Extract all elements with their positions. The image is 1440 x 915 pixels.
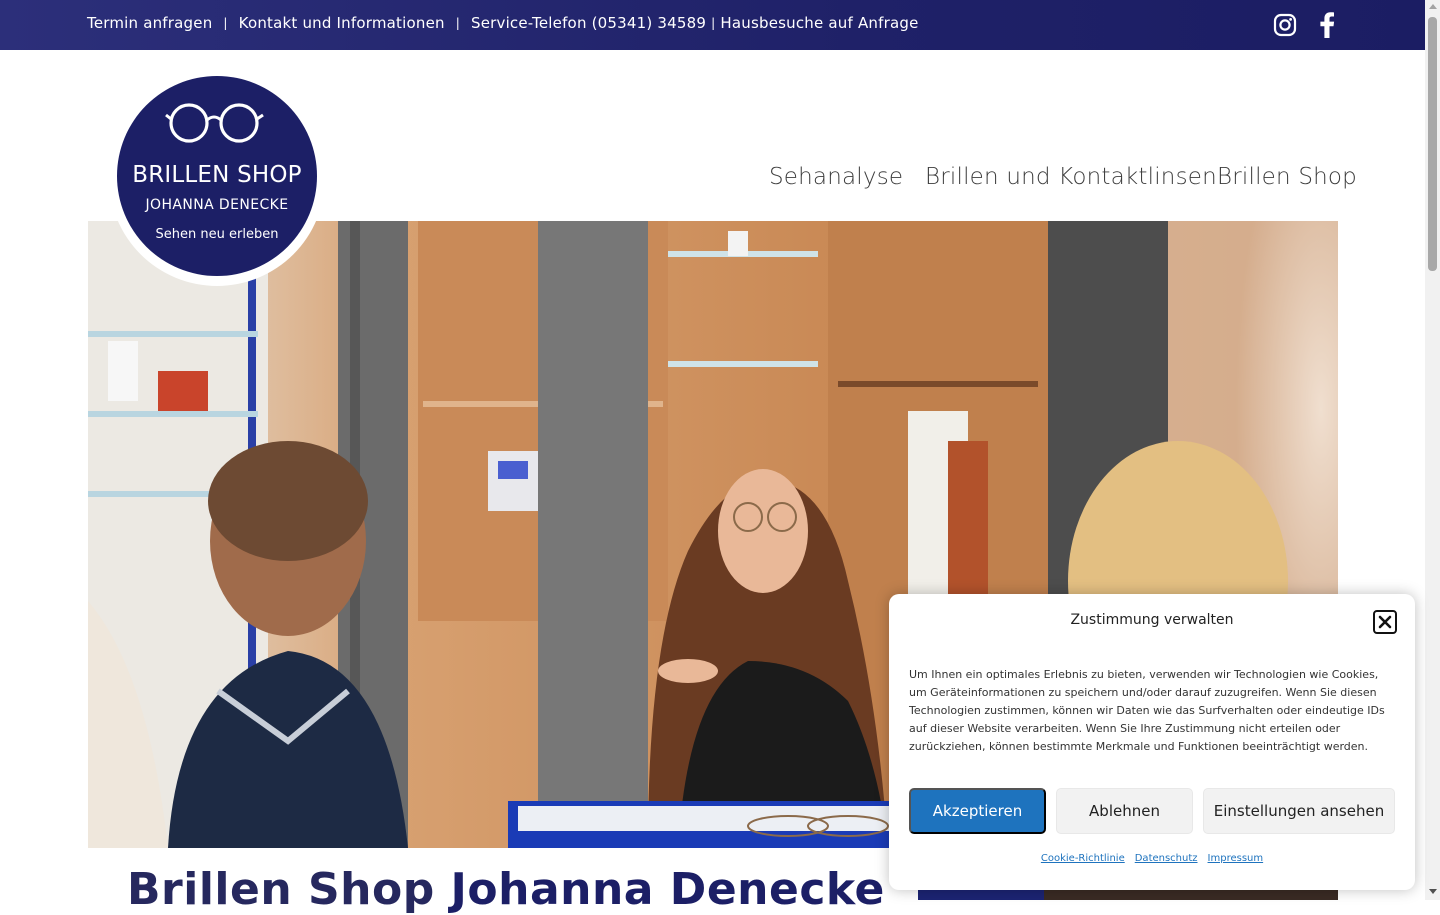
kontakt-link[interactable]: Kontakt und Informationen <box>239 14 445 32</box>
imprint-link[interactable]: Impressum <box>1208 853 1264 864</box>
page-scrollbar[interactable] <box>1425 0 1440 900</box>
headline-bold: Johanna Denecke <box>450 864 885 915</box>
site-logo[interactable]: BRILLEN SHOP JOHANNA DENECKE Sehen neu e… <box>109 70 325 286</box>
instagram-icon[interactable] <box>1272 11 1298 39</box>
privacy-link[interactable]: Datenschutz <box>1135 853 1198 864</box>
cookie-dialog-title: Zustimmung verwalten <box>1070 612 1234 628</box>
service-phone-link[interactable]: Service-Telefon (05341) 34589 <box>471 14 706 32</box>
separator: | <box>223 16 228 30</box>
separator: | <box>711 16 716 30</box>
top-bar-links: Termin anfragen | Kontakt und Informatio… <box>87 14 919 32</box>
cookie-policy-link[interactable]: Cookie-Richtlinie <box>1041 853 1125 864</box>
headline-prefix: Brillen Shop <box>127 864 451 915</box>
logo-tagline: Sehen neu erleben <box>155 227 279 242</box>
scroll-down-arrow-icon[interactable] <box>1429 889 1437 894</box>
home-visits-text: Hausbesuche auf Anfrage <box>720 14 919 32</box>
scroll-thumb[interactable] <box>1428 17 1437 271</box>
nav-item-brillen-shop[interactable]: Brillen Shop <box>1217 164 1357 190</box>
termin-anfragen-link[interactable]: Termin anfragen <box>87 14 212 32</box>
glasses-icon <box>165 103 264 143</box>
logo-subtitle: JOHANNA DENECKE <box>145 197 289 213</box>
close-icon[interactable] <box>1373 610 1397 634</box>
cookie-dialog-text: Um Ihnen ein optimales Erlebnis zu biete… <box>909 668 1385 753</box>
separator: | <box>455 16 460 30</box>
scroll-up-arrow-icon[interactable] <box>1429 4 1437 9</box>
nav-item-brillen-kontaktlinsen[interactable]: Brillen und Kontaktlinsen <box>925 164 1217 190</box>
nav-item-sehanalyse[interactable]: Sehanalyse <box>769 164 903 190</box>
cookie-dialog-links: Cookie-Richtlinie Datenschutz Impressum <box>889 853 1415 864</box>
deny-button[interactable]: Ablehnen <box>1056 788 1193 834</box>
top-bar: Termin anfragen | Kontakt und Informatio… <box>0 0 1425 50</box>
cookie-consent-dialog: Zustimmung verwalten Um Ihnen ein optima… <box>889 594 1415 890</box>
accept-button[interactable]: Akzeptieren <box>909 788 1046 834</box>
facebook-icon[interactable] <box>1314 11 1340 39</box>
page-headline: Brillen Shop Johanna Denecke <box>127 864 885 915</box>
view-settings-button[interactable]: Einstellungen ansehen <box>1203 788 1395 834</box>
logo-title: BRILLEN SHOP <box>132 162 302 188</box>
logo-badge: BRILLEN SHOP JOHANNA DENECKE Sehen neu e… <box>117 76 317 276</box>
